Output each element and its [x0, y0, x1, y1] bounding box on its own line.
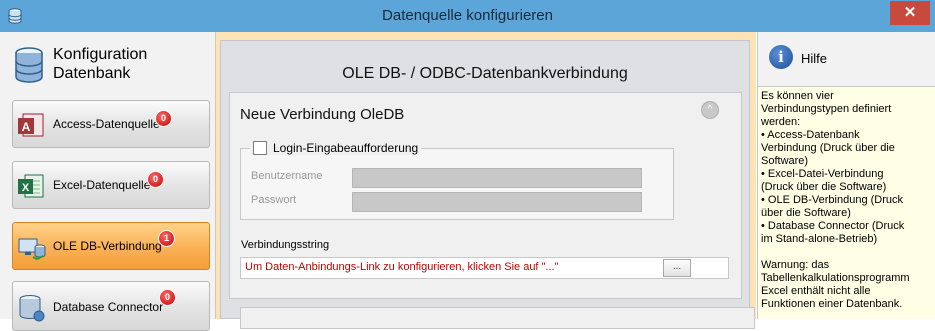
next-card	[240, 307, 755, 329]
username-label: Benutzername	[251, 170, 323, 182]
sidebar-header: Konfiguration Datenbank	[53, 46, 148, 82]
login-label: Login-Eingabeaufforderung	[273, 141, 419, 155]
database-icon	[15, 47, 43, 83]
window-title: Datenquelle konfigurieren	[382, 7, 553, 24]
login-checkbox[interactable]	[253, 141, 267, 155]
count-badge: 0	[155, 110, 172, 127]
login-legend: Login-Eingabeaufforderung	[250, 141, 422, 155]
connection-string-label: Verbindungsstring	[241, 239, 330, 251]
sidebar-item-oledb[interactable]: OLE DB-Verbindung 1	[12, 222, 210, 270]
connection-string-field[interactable]: Um Daten-Anbindungs-Link zu konfiguriere…	[240, 257, 729, 279]
connection-panel: OLE DB- / ODBC-Datenbankverbindung Neue …	[220, 40, 750, 319]
network-database-icon	[18, 238, 46, 261]
sidebar-item-label: Database Connector	[53, 300, 164, 314]
sidebar-item-label: OLE DB-Verbindung	[53, 239, 162, 253]
title-bar: Datenquelle konfigurieren ✕	[0, 0, 935, 32]
access-icon: A	[18, 113, 44, 137]
sidebar-item-access[interactable]: A Access-Datenquelle 0	[12, 100, 210, 148]
help-panel: i Hilfe Es können vier Verbindungstypen …	[757, 32, 935, 319]
sidebar-item-excel[interactable]: X Excel-Datenquelle 0	[12, 161, 210, 209]
sidebar-item-database-connector[interactable]: Database Connector 0	[12, 281, 210, 331]
help-header: i Hilfe	[758, 32, 935, 87]
svg-text:A: A	[22, 120, 31, 134]
close-button[interactable]: ✕	[890, 1, 930, 25]
browse-button[interactable]: ...	[663, 259, 691, 277]
info-icon: i	[769, 45, 793, 69]
password-field[interactable]	[352, 192, 642, 212]
svg-text:X: X	[22, 182, 30, 194]
count-badge: 0	[147, 171, 164, 188]
card-title: Neue Verbindung OleDB	[240, 106, 405, 123]
sidebar-item-label: Excel-Datenquelle	[53, 178, 151, 192]
login-group: Login-Eingabeaufforderung Benutzername P…	[240, 141, 674, 220]
page-title: OLE DB- / ODBC-Datenbankverbindung	[342, 65, 628, 82]
count-badge: 0	[159, 289, 176, 306]
collapse-button[interactable]: ^	[701, 101, 719, 119]
connection-card: Neue Verbindung OleDB ^ Login-Eingabeauf…	[229, 92, 742, 299]
connection-string-value: Um Daten-Anbindungs-Link zu konfiguriere…	[245, 261, 559, 273]
password-label: Passwort	[251, 194, 297, 206]
excel-icon: X	[18, 174, 44, 198]
username-field[interactable]	[352, 168, 642, 188]
database-connector-icon	[19, 295, 45, 322]
sidebar-item-label: Access-Datenquelle	[53, 117, 160, 131]
sidebar: Konfiguration Datenbank A Access-Datenqu…	[0, 32, 216, 331]
count-badge: 1	[158, 230, 175, 247]
help-text: Es können vier Verbindungstypen definier…	[761, 90, 910, 310]
help-title: Hilfe	[801, 51, 828, 66]
